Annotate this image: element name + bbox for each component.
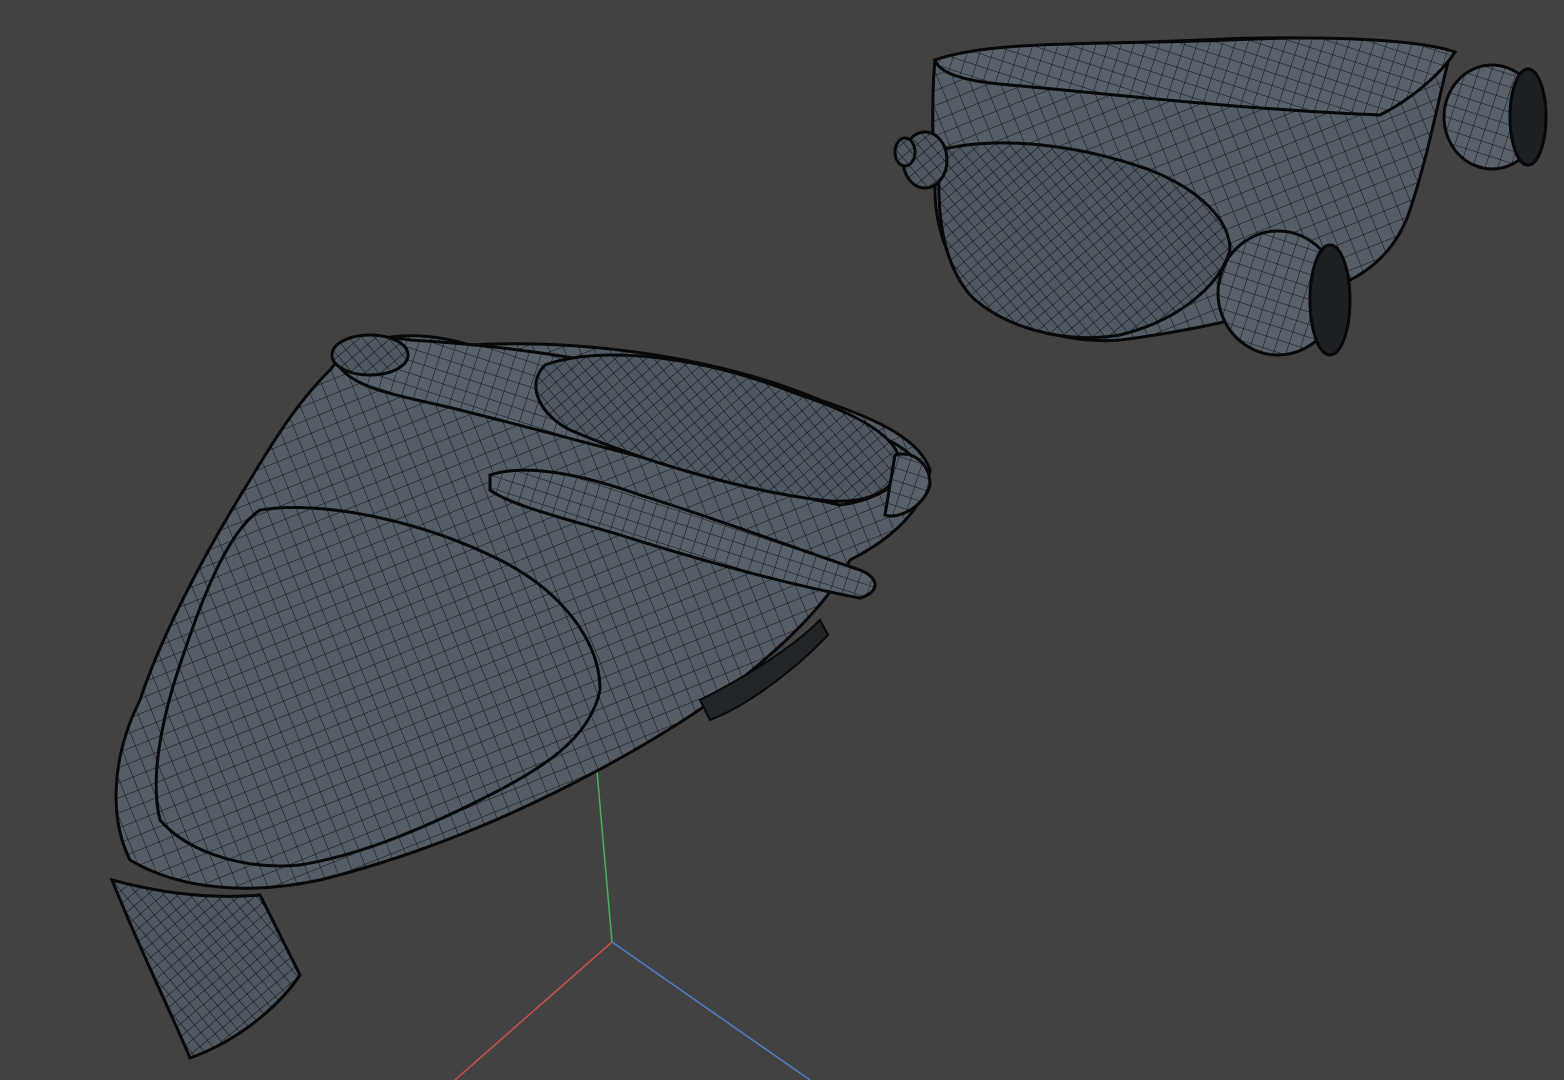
front-knob-cap bbox=[330, 333, 410, 377]
rear-housing-mesh[interactable] bbox=[893, 36, 1548, 357]
axis-y-line bbox=[595, 759, 613, 943]
rear-connector-left bbox=[893, 130, 949, 190]
rear-connector-right bbox=[1442, 63, 1548, 171]
axis-x-line bbox=[454, 941, 613, 1080]
viewport-canvas[interactable] bbox=[0, 0, 1564, 1080]
front-housing-mesh[interactable] bbox=[109, 333, 932, 1060]
axis-z-line bbox=[611, 941, 811, 1080]
3d-viewport[interactable] bbox=[0, 0, 1564, 1080]
rear-connector-bottom bbox=[1216, 229, 1352, 357]
front-bottom-toe bbox=[109, 877, 302, 1060]
